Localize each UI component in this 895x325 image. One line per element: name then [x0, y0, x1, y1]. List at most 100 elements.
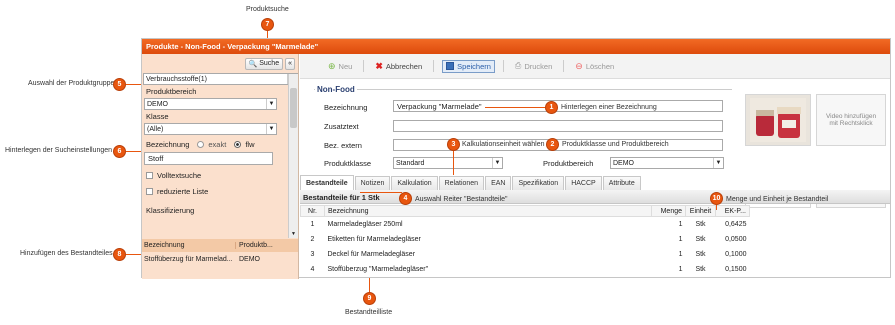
column-header-nr[interactable]: Nr.: [300, 205, 325, 217]
bestandteile-table: Nr. Bezeichnung Menge Einheit EK-P... 1 …: [300, 205, 750, 277]
column-header-menge[interactable]: Menge: [651, 205, 686, 217]
new-button[interactable]: ⊕ Neu: [325, 60, 355, 73]
column-header-einheit[interactable]: Einheit: [685, 205, 716, 217]
annotation-text-reiter: Auswahl Reiter "Bestandteile": [415, 196, 508, 203]
tab-spezifikation[interactable]: Spezifikation: [512, 176, 565, 190]
delete-button-label: Löschen: [585, 61, 615, 71]
annotation-badge-1: 1: [545, 101, 558, 114]
toolbar-separator: [363, 60, 365, 72]
cell-menge: 1: [678, 250, 683, 258]
tab-bestandteile[interactable]: Bestandteile: [300, 175, 354, 190]
bezeichnung-label: Bezeichnung: [324, 103, 368, 112]
callout-line: [126, 84, 142, 85]
tab-kalkulation[interactable]: Kalkulation: [391, 176, 438, 190]
main-toolbar: ⊕ Neu ✖ Abbrechen Speichern ⎙ Drucken ⊖ …: [300, 54, 890, 79]
annotation-badge-7: 7: [261, 18, 274, 31]
reduzierte-liste-checkbox[interactable]: [146, 188, 153, 195]
flw-radio[interactable]: [234, 141, 242, 148]
search-button[interactable]: 🔍 Suche: [244, 57, 284, 70]
scrollbar-thumb[interactable]: [290, 88, 297, 128]
collapse-icon: «: [288, 60, 292, 67]
print-button-label: Drucken: [524, 61, 553, 71]
produktklasse-select[interactable]: Standard ▼: [393, 157, 503, 169]
new-button-label: Neu: [338, 61, 353, 71]
search-panel-header: 🔍 Suche «: [142, 54, 298, 73]
column-header-bezeichnung[interactable]: Bezeichnung: [324, 205, 652, 217]
cell-bezeichnung: Stoffüberzug "Marmeladegläser": [327, 265, 429, 273]
results-row[interactable]: Stoffüberzug für Marmelad... DEMO: [142, 253, 298, 266]
toolbar-separator: [563, 60, 565, 72]
produktklasse-value: Standard: [396, 159, 425, 167]
cancel-button[interactable]: ✖ Abbrechen: [372, 60, 425, 73]
bezeichnung-input[interactable]: Verpackung "Marmelade": [393, 100, 723, 112]
tab-bar: Bestandteile Notizen Kalkulation Relatio…: [300, 175, 890, 190]
produktklasse-label: Produktklasse: [324, 159, 372, 168]
callout-line: [485, 107, 545, 108]
save-button-label: Speichern: [457, 61, 491, 71]
collapse-panel-button[interactable]: «: [285, 57, 295, 70]
delete-circle-icon: ⊖: [575, 60, 583, 71]
produktbereich-form-label: Produktbereich: [543, 159, 594, 168]
annotation-text-menge-einheit: Menge und Einheit je Bestandteil: [726, 196, 829, 203]
cell-nr: 4: [310, 265, 315, 273]
table-row[interactable]: 4 Stoffüberzug "Marmeladegläser" 1 Stk 0…: [301, 262, 750, 277]
klasse-label: Klasse: [146, 112, 169, 121]
floppy-disk-icon: [446, 62, 455, 70]
results-col-bezeichnung[interactable]: Bezeichnung: [142, 242, 236, 249]
produktbereich-value: DEMO: [147, 100, 168, 108]
exakt-radio[interactable]: [197, 141, 205, 148]
annotation-badge-9: 9: [363, 292, 376, 305]
exakt-label: exakt: [208, 140, 227, 149]
tab-ean[interactable]: EAN: [485, 176, 512, 190]
cell-einheit: Stk: [695, 235, 706, 243]
bez-extern-label: Bez. extern: [324, 141, 362, 150]
klasse-select[interactable]: (Alle) ▼: [144, 123, 277, 135]
table-header-row: Nr. Bezeichnung Menge Einheit EK-P...: [300, 205, 750, 217]
volltextsuche-checkbox[interactable]: [146, 172, 153, 179]
scroll-down-icon[interactable]: ▼: [291, 231, 296, 237]
annotation-badge-10: 10: [710, 192, 723, 205]
results-col-produktbereich[interactable]: Produktb...: [236, 242, 273, 249]
cell-nr: 3: [310, 250, 315, 258]
zusatztext-input[interactable]: [393, 120, 723, 132]
volltextsuche-label: Volltextsuche: [157, 171, 202, 180]
search-panel-scrollbar[interactable]: ▼: [288, 74, 298, 238]
bezeichnung-search-label: Bezeichnung: [146, 140, 190, 149]
search-input[interactable]: Stoff: [144, 152, 273, 165]
cell-menge: 1: [678, 265, 683, 273]
table-row[interactable]: 3 Deckel für Marmeladegläser 1 Stk 0,100…: [301, 247, 750, 262]
delete-button[interactable]: ⊖ Löschen: [572, 60, 617, 73]
column-header-ek-preis[interactable]: EK-P...: [715, 205, 750, 217]
print-button[interactable]: ⎙ Drucken: [512, 60, 555, 72]
annotation-badge-4: 4: [399, 192, 412, 205]
produktbereich-form-select[interactable]: DEMO ▼: [610, 157, 724, 169]
search-button-label: Suche: [259, 60, 280, 67]
callout-line: [126, 254, 142, 255]
produktbereich-form-value: DEMO: [613, 159, 634, 167]
annotation-text-sucheinstellungen: Hinterlegen der Sucheinstellungen: [5, 147, 113, 154]
annotation-badge-2: 2: [546, 138, 559, 151]
cell-einheit: Stk: [695, 265, 706, 273]
annotation-text-bestandteil-hinzufuegen: Hinzufügen des Bestandteiles: [20, 250, 113, 257]
table-row[interactable]: 1 Marmeladegläser 250ml 1 Stk 0,6425: [301, 217, 750, 232]
jam-jar-image: [750, 98, 806, 142]
window-title: Produkte - Non-Food - Verpackung "Marmel…: [142, 39, 890, 54]
app-window: Produkte - Non-Food - Verpackung "Marmel…: [141, 38, 891, 279]
binoculars-icon: 🔍: [248, 60, 258, 68]
annotation-badge-8: 8: [113, 248, 126, 261]
produktbereich-select[interactable]: DEMO ▼: [144, 98, 277, 110]
tab-attribute[interactable]: Attribute: [602, 176, 641, 190]
tab-notizen[interactable]: Notizen: [354, 176, 391, 190]
tab-relationen[interactable]: Relationen: [438, 176, 485, 190]
printer-icon: ⎙: [514, 61, 522, 70]
tab-haccp[interactable]: HACCP: [565, 176, 602, 190]
plus-circle-icon: ⊕: [328, 60, 336, 71]
video-add-box[interactable]: Video hinzufügen mit Rechtsklick: [816, 94, 886, 146]
callout-line: [716, 205, 717, 210]
save-button[interactable]: Speichern: [442, 59, 495, 73]
klasse-value: (Alle): [147, 125, 164, 133]
table-row[interactable]: 2 Etiketten für Marmeladegläser 1 Stk 0,…: [301, 232, 750, 247]
cell-bezeichnung: Marmeladegläser 250ml: [327, 220, 403, 228]
product-image[interactable]: [745, 94, 811, 146]
product-group-select[interactable]: Verbrauchsstoffe(1) ▼: [143, 73, 298, 85]
